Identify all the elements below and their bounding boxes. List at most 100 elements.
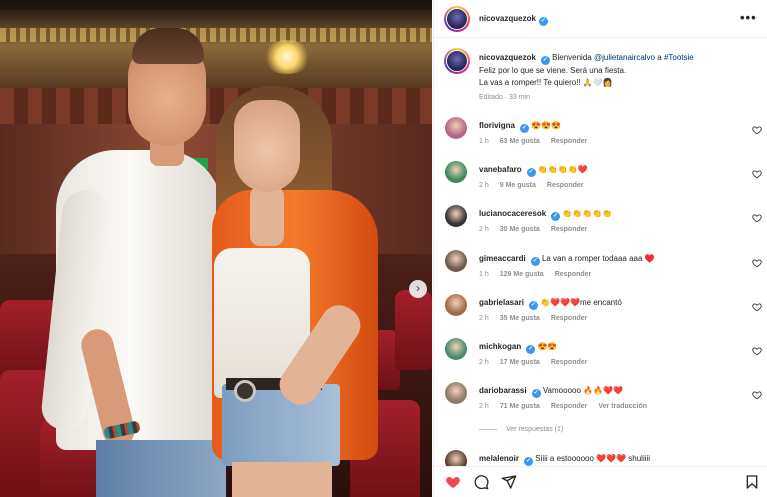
caption-author-avatar[interactable] [444,48,470,74]
comment-likes[interactable]: 129 Me gusta [500,271,544,278]
comment-row: florivigna ✓ 😍😍😍 1 h 63 Me gusta Responder [434,117,767,159]
verified-badge-icon: ✓ [538,17,548,26]
comment-text: lucianocaceresok ✓ 👏👏👏👏👏 [479,209,739,221]
commenter-avatar[interactable] [445,294,467,316]
comment-likes[interactable]: 35 Me gusta [500,315,540,322]
comment-body: 😍😍😍 [531,121,562,130]
commenter-username[interactable]: melalenoir [479,454,519,463]
heart-icon[interactable] [445,474,461,490]
commenter-username[interactable]: michkogan [479,342,521,351]
ceiling-molding [0,28,432,42]
verified-badge-icon: ✓ [530,257,540,266]
commenter-username[interactable]: florivigna [479,121,515,130]
comment-likes[interactable]: 63 Me gusta [500,138,540,145]
commenter-avatar[interactable] [445,382,467,404]
post-side-panel: nicovazquezok ✓ ••• nicovazquezok ✓ Bienve… [433,0,767,497]
comment-text: melalenoir ✓ Siiii a estoooooo ❤️❤️❤️ shu… [479,454,739,466]
reply-button[interactable]: Responder [547,182,584,189]
comment-likes[interactable]: 71 Me gusta [500,403,540,410]
bookmark-icon[interactable] [744,474,760,490]
comment-icon[interactable] [473,474,489,490]
like-comment-heart-icon[interactable] [752,302,762,312]
like-comment-heart-icon[interactable] [752,213,762,223]
see-translation-link[interactable]: Ver traducción [598,403,647,410]
woman-face [234,100,300,192]
comment-text: vanebafaro ✓ 👏👏👏👏❤️ [479,165,739,177]
chevron-right-icon[interactable]: › [409,280,427,298]
woman-neck [250,186,284,246]
caption-greeting: Bienvenida [552,53,592,62]
caption-mention[interactable]: @julietanaircalvo [594,53,655,62]
theater-balcony [0,88,432,124]
comment-text: gimeaccardi ✓ La van a romper todaaa aaa … [479,254,739,266]
caption-edited-time: Editado · 33 min [479,94,530,101]
reply-button[interactable]: Responder [551,138,588,145]
view-replies-link[interactable]: Ver respuestas (1) [479,426,563,433]
theater-ceiling [0,10,432,88]
caption-hashtag[interactable]: #Tootsie [664,53,694,62]
like-comment-heart-icon[interactable] [752,346,762,356]
commenter-avatar[interactable] [445,205,467,227]
caption-connector: a [657,53,662,62]
commenter-username[interactable]: gabrielasari [479,298,524,307]
action-bar [434,466,767,497]
comment-meta: 1 h 63 Me gusta Responder [479,138,598,145]
comment-body: Vamooooo 🔥🔥❤️❤️ [542,386,623,395]
author-avatar[interactable] [444,6,470,32]
comment-row: gabrielasari ✓ 👏❤️❤️❤️me encantó 2 h 35 Me … [434,294,767,336]
commenter-avatar[interactable] [445,338,467,360]
verified-badge-icon: ✓ [551,212,561,221]
verified-badge-icon: ✓ [524,457,534,466]
commenter-username[interactable]: dariobarassi [479,386,527,395]
verified-badge-icon: ✓ [520,124,530,133]
share-icon[interactable] [501,474,517,490]
comment-time: 2 h [479,226,489,233]
comment-row: lucianocaceresok ✓ 👏👏👏👏👏 2 h 30 Me gusta Res… [434,205,767,247]
comment-body: Siiii a estoooooo ❤️❤️❤️ shuliiii [535,454,651,463]
chandelier-light [262,40,312,74]
author-username[interactable]: nicovazquezok ✓ [479,14,548,26]
verified-badge-icon: ✓ [526,345,536,354]
caption-line-2: Feliz por lo que se viene. Será una fies… [479,66,627,75]
post-caption: nicovazquezok ✓ Bienvenida @julietanairca… [479,52,749,89]
reply-button[interactable]: Responder [551,226,588,233]
comment-time: 2 h [479,403,489,410]
comment-body: 👏👏👏👏❤️ [537,165,588,174]
reply-button[interactable]: Responder [551,359,588,366]
comment-body: 👏👏👏👏👏 [562,209,613,218]
like-comment-heart-icon[interactable] [752,390,762,400]
more-options-icon[interactable]: ••• [740,10,757,25]
commenter-avatar[interactable] [445,117,467,139]
comment-likes[interactable]: 30 Me gusta [500,226,540,233]
commenter-username[interactable]: gimeaccardi [479,254,526,263]
comment-row: michkogan ✓ 😍😍 2 h 17 Me gusta Responder [434,338,767,380]
commenter-username[interactable]: lucianocaceresok [479,209,546,218]
theater-seat [395,290,432,370]
caption-line-3: La vas a romper!! Te quiero!! 🙏🤍👩 [479,78,613,87]
like-comment-heart-icon[interactable] [752,169,762,179]
reply-button[interactable]: Responder [555,271,592,278]
verified-badge-icon: ✓ [528,301,538,310]
like-comment-heart-icon[interactable] [752,125,762,135]
commenter-username[interactable]: vanebafaro [479,165,522,174]
comment-row: vanebafaro ✓ 👏👏👏👏❤️ 2 h 9 Me gusta Responder [434,161,767,203]
like-comment-heart-icon[interactable] [752,258,762,268]
comment-row: gimeaccardi ✓ La van a romper todaaa aaa … [434,250,767,292]
comment-text: dariobarassi ✓ Vamooooo 🔥🔥❤️❤️ [479,386,739,398]
caption-username[interactable]: nicovazquezok [479,53,536,62]
comment-time: 1 h [479,271,489,278]
comment-likes[interactable]: 17 Me gusta [500,359,540,366]
commenter-avatar[interactable] [445,250,467,272]
man-jeans [96,440,226,497]
comment-body: La van a romper todaaa aaa ♥️ [541,254,655,263]
comment-meta: 2 h 35 Me gusta Responder [479,315,598,322]
comment-text: florivigna ✓ 😍😍😍 [479,121,739,133]
comment-meta: 2 h 9 Me gusta Responder [479,182,594,189]
reply-button[interactable]: Responder [551,315,588,322]
post-photo[interactable]: › [0,0,432,497]
belt-buckle [234,380,256,402]
comment-likes[interactable]: 9 Me gusta [500,182,536,189]
commenter-avatar[interactable] [445,161,467,183]
comment-meta: 2 h 17 Me gusta Responder [479,359,598,366]
reply-button[interactable]: Responder [551,403,588,410]
